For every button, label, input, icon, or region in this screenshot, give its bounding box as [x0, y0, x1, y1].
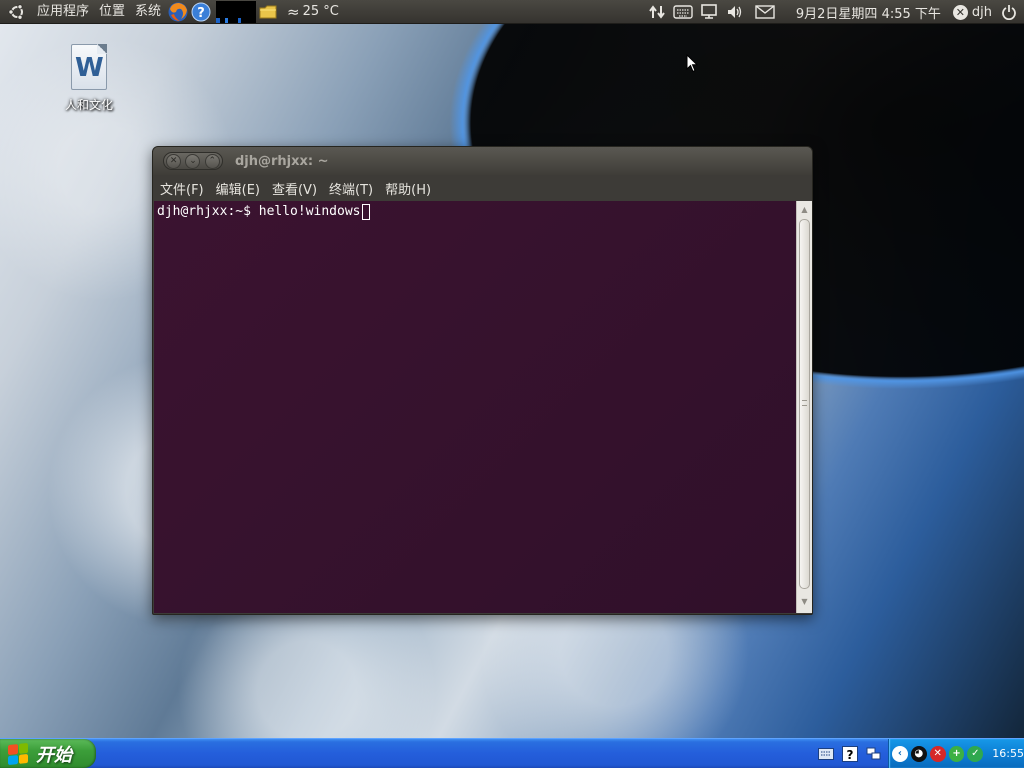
weather-fog-icon[interactable]: ≈: [287, 3, 300, 21]
system-monitor-graph[interactable]: [216, 0, 257, 23]
text-cursor: [361, 203, 370, 220]
menu-system[interactable]: 系统: [130, 0, 166, 24]
menu-edit[interactable]: 编辑(E): [211, 179, 265, 198]
terminal-content[interactable]: djh@rhjxx:~$ hello!windows: [154, 201, 796, 613]
terminal-title: djh@rhjxx: ~: [235, 153, 329, 169]
windows-flag-icon: [8, 742, 28, 765]
close-button[interactable]: ✕: [166, 153, 182, 169]
menu-applications[interactable]: 应用程序: [32, 0, 94, 24]
terminal-menubar: 文件(F) 编辑(E) 查看(V) 终端(T) 帮助(H): [153, 175, 812, 201]
qq-penguin-icon[interactable]: ◕: [910, 745, 927, 762]
minimize-button[interactable]: ⌄: [185, 153, 201, 169]
help-icon[interactable]: ?: [190, 1, 212, 23]
antivirus-shield-icon[interactable]: +: [948, 745, 965, 762]
start-label: 开始: [36, 744, 72, 766]
prompt-text: djh@rhjxx:~$ hello!windows: [157, 204, 361, 219]
menu-help[interactable]: 帮助(H): [380, 179, 436, 198]
terminal-titlebar[interactable]: ✕ ⌄ ⌃ djh@rhjxx: ~: [153, 147, 812, 175]
menu-terminal[interactable]: 终端(T): [324, 179, 378, 198]
system-tray: ‹ ◕ ✕ + ✓ 16:55: [888, 739, 1024, 768]
scroll-up-arrow-icon[interactable]: ▲: [797, 203, 812, 217]
protection-shield-icon[interactable]: ✓: [967, 745, 984, 762]
user-menu[interactable]: ✕ djh: [947, 4, 996, 20]
taskbar: 开始 ? ‹ ◕ ✕ + ✓ 16:55: [0, 738, 1024, 768]
desktop-icon-label: 人和文化: [64, 98, 113, 112]
scrollbar-thumb[interactable]: [799, 219, 810, 589]
terminal-window[interactable]: ✕ ⌄ ⌃ djh@rhjxx: ~ 文件(F) 编辑(E) 查看(V) 终端(…: [152, 146, 813, 615]
top-panel: 应用程序 位置 系统 ? ≈ 25 °C 9月2日星期四 4:55 下午 ✕ d…: [0, 0, 1024, 24]
scrollbar-grip: [802, 400, 807, 406]
svg-text:?: ?: [197, 6, 205, 21]
window-controls: ✕ ⌄ ⌃: [163, 152, 223, 170]
mail-icon[interactable]: [752, 0, 778, 24]
prompt-line: djh@rhjxx:~$ hello!windows: [157, 203, 793, 220]
help-icon[interactable]: ?: [841, 745, 859, 763]
quick-tray: ?: [817, 742, 889, 766]
desktop-icon-document[interactable]: W 人和文化: [56, 44, 122, 113]
start-button[interactable]: 开始: [0, 739, 96, 768]
security-shield-red-icon[interactable]: ✕: [929, 745, 946, 762]
show-hidden-icons-icon[interactable]: ‹: [892, 745, 908, 762]
scroll-down-arrow-icon[interactable]: ▼: [797, 595, 812, 609]
menu-places[interactable]: 位置: [94, 0, 130, 24]
mouse-pointer-icon: [686, 53, 699, 73]
maximize-button[interactable]: ⌃: [204, 153, 220, 169]
weather-temperature[interactable]: 25 °C: [303, 4, 339, 19]
network-connections-icon[interactable]: [865, 745, 883, 763]
menu-view[interactable]: 查看(V): [267, 179, 322, 198]
user-name: djh: [971, 4, 992, 20]
firefox-icon[interactable]: [167, 1, 189, 23]
user-status-icon: ✕: [952, 4, 968, 20]
power-icon[interactable]: [996, 0, 1022, 24]
folder-icon[interactable]: [257, 1, 279, 23]
ubuntu-logo-icon[interactable]: [6, 1, 28, 23]
network-arrows-icon[interactable]: [644, 0, 670, 24]
menu-file[interactable]: 文件(F): [155, 179, 209, 198]
scrollbar[interactable]: ▲ ▼: [796, 201, 812, 613]
volume-icon[interactable]: [722, 0, 748, 24]
tray-clock[interactable]: 16:55: [992, 747, 1024, 760]
clock[interactable]: 9月2日星期四 4:55 下午: [790, 3, 947, 22]
keyboard-icon[interactable]: [817, 745, 835, 763]
svg-text:?: ?: [847, 748, 854, 762]
word-document-icon: W: [71, 44, 107, 90]
keyboard-icon[interactable]: [670, 0, 696, 24]
display-icon[interactable]: [696, 0, 722, 24]
